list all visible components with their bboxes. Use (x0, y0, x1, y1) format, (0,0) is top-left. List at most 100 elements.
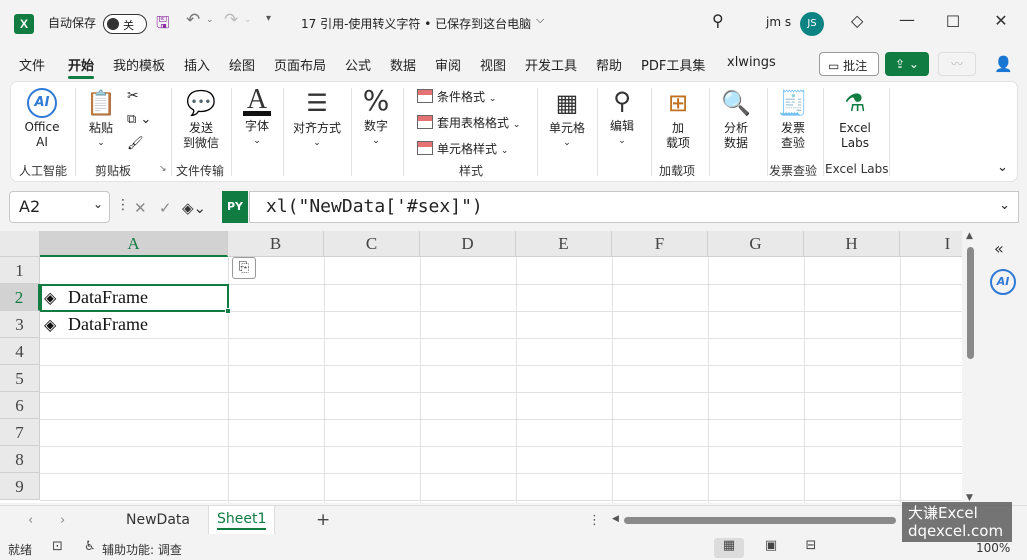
cell-a3[interactable]: ◈ DataFrame (44, 314, 148, 335)
tab-review[interactable]: 审阅 (435, 55, 461, 74)
row-header-4[interactable]: 4 (0, 338, 40, 365)
accessibility-icon[interactable]: ♿ (84, 539, 96, 554)
row-header-6[interactable]: 6 (0, 392, 40, 419)
tab-help[interactable]: 帮助 (596, 55, 622, 74)
title-chevron-down-icon[interactable]: ⌵ (536, 13, 544, 27)
tab-page-layout[interactable]: 页面布局 (274, 55, 326, 74)
horizontal-scroll-thumb[interactable] (624, 517, 896, 524)
cell-styles-button[interactable]: 单元格样式 ⌄ (417, 140, 508, 157)
more-options-icon[interactable]: ⋮ (116, 197, 130, 213)
normal-view-icon[interactable]: ▦ (714, 538, 744, 558)
tab-xlwings[interactable]: xlwings (727, 55, 776, 70)
expand-formula-chevron-icon[interactable]: ⌄ (999, 198, 1010, 213)
send-to-wechat-button[interactable]: 💬 发送 到微信 (179, 88, 223, 151)
close-icon[interactable]: ✕ (991, 11, 1011, 30)
row-header-2[interactable]: 2 (0, 284, 40, 311)
sheet-tab-newdata[interactable]: NewData (126, 512, 190, 528)
column-header-b[interactable]: B (228, 231, 324, 257)
search-icon[interactable]: ⚲ (712, 11, 724, 30)
tab-draw[interactable]: 绘图 (229, 55, 255, 74)
worksheet-grid[interactable]: A B C D E F G H I 1 2 3 4 5 6 7 8 9 ◈ Dat… (0, 231, 962, 503)
office-ai-button[interactable]: AI Office AI (21, 88, 63, 150)
cells-button[interactable]: ▦ 单元格 ⌄ (545, 88, 589, 151)
collapse-pane-icon[interactable]: « (994, 239, 1004, 258)
column-header-e[interactable]: E (516, 231, 612, 257)
row-header-3[interactable]: 3 (0, 311, 40, 338)
tab-my-templates[interactable]: 我的模板 (113, 55, 165, 74)
dialog-launcher-icon[interactable]: ↘ (159, 164, 167, 174)
excel-labs-button[interactable]: ⚗ Excel Labs (833, 88, 877, 151)
page-break-view-icon[interactable]: ⊟ (796, 538, 826, 558)
tab-data[interactable]: 数据 (390, 55, 416, 74)
undo-icon[interactable]: ↶ (186, 10, 200, 30)
zoom-level[interactable]: 100% (976, 541, 1010, 555)
column-header-g[interactable]: G (708, 231, 804, 257)
column-header-d[interactable]: D (420, 231, 516, 257)
redo-icon[interactable]: ↷ (224, 10, 238, 30)
tab-home[interactable]: 开始 (68, 55, 95, 79)
row-header-1[interactable]: 1 (0, 257, 40, 284)
scroll-up-icon[interactable]: ▲ (966, 231, 973, 241)
tab-view[interactable]: 视图 (480, 55, 506, 74)
sheet-tab-sheet1[interactable]: Sheet1 (208, 506, 276, 534)
paste-button[interactable]: 📋 粘贴 ⌄ (85, 88, 117, 151)
row-header-8[interactable]: 8 (0, 446, 40, 473)
tab-file[interactable]: 文件 (19, 55, 45, 74)
customize-toolbar-icon[interactable]: ▾ (266, 13, 271, 24)
analyze-data-button[interactable]: 🔍 分析 数据 (715, 88, 757, 151)
editing-button[interactable]: ⚲ 编辑 ⌄ (603, 86, 641, 149)
accessibility-status[interactable]: 辅助功能: 调查 (102, 541, 182, 558)
column-header-i[interactable]: I (900, 231, 962, 257)
maximize-icon[interactable]: ☐ (943, 12, 963, 31)
column-header-a[interactable]: A (40, 231, 228, 257)
column-header-f[interactable]: F (612, 231, 708, 257)
autosave-toggle[interactable]: 关 (103, 14, 147, 34)
tab-formulas[interactable]: 公式 (345, 55, 371, 74)
comments-button[interactable]: ▭ 批注 (819, 52, 879, 76)
minimize-icon[interactable]: — (897, 10, 917, 29)
more-tabs-icon[interactable]: ⋮ (588, 513, 601, 528)
cancel-icon[interactable]: ✕ (134, 199, 147, 217)
add-ins-button[interactable]: ⊞ 加 载项 (659, 88, 697, 151)
save-icon[interactable]: 🖫 (156, 12, 170, 39)
name-box[interactable]: A2 ⌄ (9, 191, 110, 223)
catch-up-button[interactable]: 〰 (938, 52, 976, 76)
name-box-chevron-icon[interactable]: ⌄ (93, 197, 103, 211)
cut-icon[interactable]: ✂ (127, 88, 139, 104)
redo-dropdown-icon[interactable]: ⌄ (244, 15, 252, 25)
vertical-scroll-thumb[interactable] (967, 247, 974, 359)
row-header-7[interactable]: 7 (0, 419, 40, 446)
macro-record-icon[interactable]: ⊡ (52, 539, 63, 554)
conditional-format-button[interactable]: 条件格式 ⌄ (417, 88, 496, 105)
share-button[interactable]: ⇪ ⌄ (885, 52, 929, 76)
tab-developer[interactable]: 开发工具 (525, 55, 577, 74)
diamond-icon[interactable]: ◇ (851, 11, 863, 30)
enter-check-icon[interactable]: ✓ (159, 199, 172, 217)
copy-icon[interactable]: ⧉ ⌄ (127, 112, 151, 127)
ai-assistant-icon[interactable]: AI (990, 269, 1016, 295)
document-title[interactable]: 17 引用-使用转义字符 • 已保存到这台电脑 (301, 15, 531, 32)
user-name[interactable]: jm s (766, 15, 791, 29)
row-header-9[interactable]: 9 (0, 473, 40, 500)
formula-input[interactable]: xl("NewData['#sex]") ⌄ (249, 191, 1019, 223)
format-as-table-button[interactable]: 套用表格格式 ⌄ (417, 114, 520, 131)
prev-sheet-icon[interactable]: ‹ (28, 513, 33, 528)
select-all-corner[interactable] (0, 231, 40, 257)
layers-dropdown-icon[interactable]: ◈⌄ (182, 199, 206, 217)
paste-options-icon[interactable]: ⎘ (232, 257, 256, 279)
scroll-left-icon[interactable]: ◀ (612, 514, 619, 524)
next-sheet-icon[interactable]: › (60, 513, 65, 528)
python-badge[interactable]: PY (222, 191, 248, 223)
font-button[interactable]: A 字体 ⌄ (239, 86, 275, 149)
add-sheet-icon[interactable]: + (316, 510, 330, 530)
undo-dropdown-icon[interactable]: ⌄ (206, 15, 214, 25)
page-layout-view-icon[interactable]: ▣ (756, 538, 786, 558)
tab-pdf-tools[interactable]: PDF工具集 (641, 55, 705, 74)
alignment-button[interactable]: ☰ 对齐方式 ⌄ (291, 88, 343, 151)
number-format-button[interactable]: % 数字 ⌄ (359, 86, 393, 149)
avatar[interactable]: JS (800, 12, 824, 36)
horizontal-scrollbar[interactable]: ◀ (612, 514, 912, 525)
row-header-5[interactable]: 5 (0, 365, 40, 392)
dataframe-layers-icon[interactable]: ◈ (44, 315, 64, 334)
tab-insert[interactable]: 插入 (184, 55, 210, 74)
